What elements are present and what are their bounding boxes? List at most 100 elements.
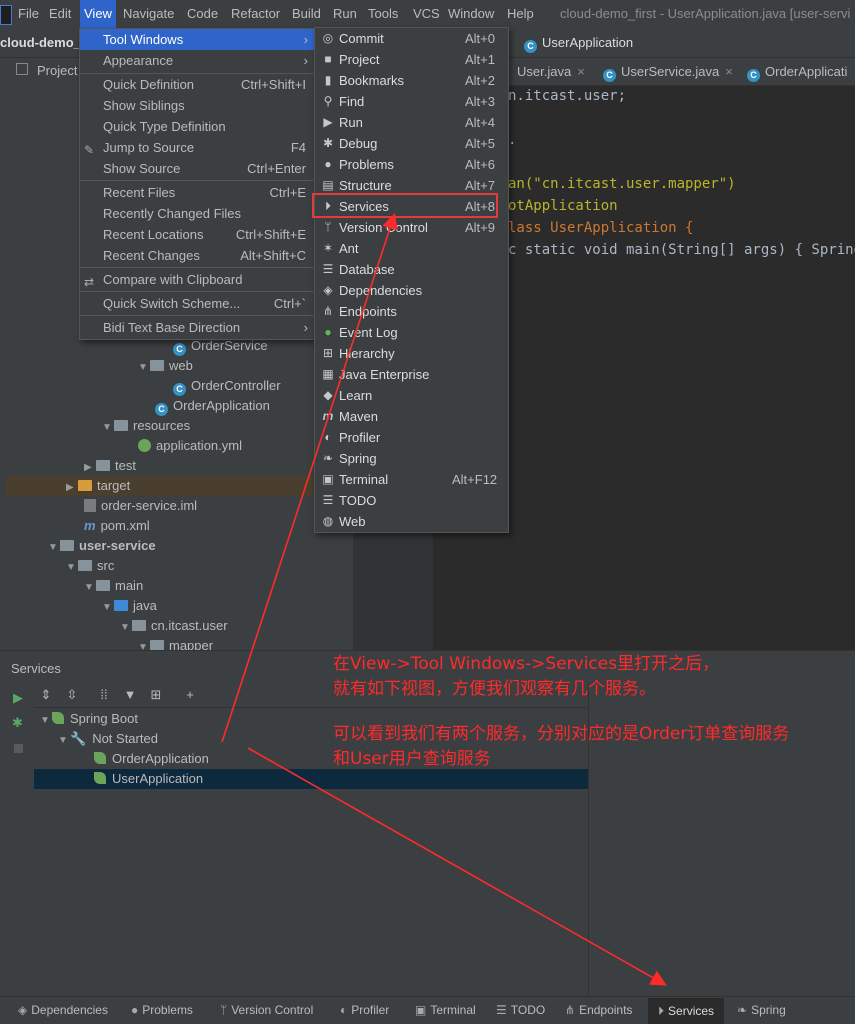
- close-icon[interactable]: ×: [725, 64, 733, 79]
- menu-refactor[interactable]: Refactor: [231, 6, 280, 21]
- breadcrumb-file[interactable]: C UserApplication: [524, 35, 633, 53]
- group-icon[interactable]: ⁞⁞: [96, 687, 112, 703]
- tw-item-event-log[interactable]: ● Event Log: [315, 322, 508, 343]
- menu-navigate[interactable]: Navigate: [123, 6, 174, 21]
- tab-userservice-java[interactable]: C UserService.java ×: [603, 64, 733, 82]
- menu-item-quick-type-definition[interactable]: Quick Type Definition: [80, 116, 314, 137]
- bottom-tab-todo[interactable]: ☰ TODO: [496, 1003, 545, 1017]
- chevron-down-icon[interactable]: ▼: [102, 598, 114, 618]
- tree-item[interactable]: ▶ test: [84, 456, 136, 476]
- tw-item-todo[interactable]: ☰ TODO: [315, 490, 508, 511]
- menu-item-recently-changed-files[interactable]: Recently Changed Files: [80, 203, 314, 224]
- chevron-right-icon[interactable]: ▶: [66, 478, 78, 498]
- tree-item[interactable]: C OrderController: [173, 376, 281, 396]
- menu-item-show-siblings[interactable]: Show Siblings: [80, 95, 314, 116]
- tw-item-maven[interactable]: m Maven: [315, 406, 508, 427]
- menu-item-recent-locations[interactable]: Recent Locations Ctrl+Shift+E: [80, 224, 314, 245]
- menu-edit[interactable]: Edit: [49, 6, 71, 21]
- tree-item[interactable]: order-service.iml: [84, 496, 197, 516]
- tab-orderapplication[interactable]: C OrderApplicati: [747, 64, 847, 82]
- chevron-down-icon[interactable]: ▼: [120, 618, 132, 638]
- tw-item-web[interactable]: ◍ Web: [315, 511, 508, 532]
- tree-item[interactable]: ▼ main: [84, 576, 143, 596]
- expand-all-icon[interactable]: ⇕: [38, 687, 54, 703]
- menu-item-recent-files[interactable]: Recent Files Ctrl+E: [80, 182, 314, 203]
- menu-item-tool-windows[interactable]: Tool Windows ›: [80, 29, 314, 50]
- chevron-down-icon[interactable]: ▼: [102, 418, 114, 438]
- tree-item[interactable]: C OrderApplication: [155, 396, 270, 416]
- tree-item[interactable]: ▼ java: [102, 596, 157, 616]
- tree-item[interactable]: ▼ src: [66, 556, 114, 576]
- tw-item-problems[interactable]: ● Problems Alt+6: [315, 154, 508, 175]
- bottom-tab-problems[interactable]: ● Problems: [131, 1003, 193, 1017]
- tw-item-endpoints[interactable]: ⋔ Endpoints: [315, 301, 508, 322]
- chevron-down-icon[interactable]: ▼: [48, 538, 60, 558]
- tw-item-learn[interactable]: ◆ Learn: [315, 385, 508, 406]
- tw-item-profiler[interactable]: ◐ Profiler: [315, 427, 508, 448]
- tw-item-version-control[interactable]: ᛘ Version Control Alt+9: [315, 217, 508, 238]
- tw-item-commit[interactable]: ◎ Commit Alt+0: [315, 28, 508, 49]
- debug-icon[interactable]: ✱: [12, 715, 23, 731]
- tree-item[interactable]: m pom.xml: [84, 516, 150, 536]
- menu-view[interactable]: View: [80, 0, 116, 28]
- tw-item-terminal[interactable]: ▣ Terminal Alt+F12: [315, 469, 508, 490]
- menu-window[interactable]: Window: [448, 6, 494, 21]
- bottom-tab-terminal[interactable]: ▣ Terminal: [415, 1003, 476, 1017]
- menu-item-jump-to-source[interactable]: ✎ Jump to Source F4: [80, 137, 314, 158]
- tw-item-find[interactable]: ⚲ Find Alt+3: [315, 91, 508, 112]
- bottom-tab-endpoints[interactable]: ⋔ Endpoints: [565, 1003, 632, 1017]
- collapse-all-icon[interactable]: ⇳: [64, 687, 80, 703]
- tw-item-run[interactable]: ▶ Run Alt+4: [315, 112, 508, 133]
- menu-build[interactable]: Build: [292, 6, 321, 21]
- menu-run[interactable]: Run: [333, 6, 357, 21]
- bottom-tab-profiler[interactable]: ◐ Profiler: [340, 1003, 389, 1017]
- breadcrumb-project[interactable]: cloud-demo_f: [0, 35, 85, 50]
- menu-help[interactable]: Help: [507, 6, 534, 21]
- tw-item-bookmarks[interactable]: ▮ Bookmarks Alt+2: [315, 70, 508, 91]
- menu-code[interactable]: Code: [187, 6, 218, 21]
- tree-item[interactable]: ▼ user-service: [48, 536, 156, 556]
- tree-item[interactable]: ▼ resources: [102, 416, 190, 436]
- tw-item-project[interactable]: ■ Project Alt+1: [315, 49, 508, 70]
- project-panel-header[interactable]: Project: [6, 60, 78, 84]
- tw-item-database[interactable]: ☰ Database: [315, 259, 508, 280]
- menu-item-compare-clipboard[interactable]: ⇄ Compare with Clipboard: [80, 269, 314, 290]
- bottom-tab-dependencies[interactable]: ◈ Dependencies: [18, 1003, 108, 1017]
- bottom-tab-services[interactable]: ⏵ Services: [648, 998, 725, 1024]
- tree-item[interactable]: ▶ target: [6, 476, 353, 496]
- menu-item-appearance[interactable]: Appearance ›: [80, 50, 314, 71]
- menu-item-quick-definition[interactable]: Quick Definition Ctrl+Shift+I: [80, 74, 314, 95]
- tw-item-dependencies[interactable]: ◈ Dependencies: [315, 280, 508, 301]
- menu-item-bidi-text[interactable]: Bidi Text Base Direction ›: [80, 317, 314, 338]
- menu-item-quick-switch-scheme[interactable]: Quick Switch Scheme... Ctrl+`: [80, 293, 314, 314]
- svc-tree-user-application[interactable]: UserApplication: [34, 769, 588, 789]
- tw-item-spring[interactable]: ❧ Spring: [315, 448, 508, 469]
- tw-item-ant[interactable]: ✶ Ant: [315, 238, 508, 259]
- run-icon[interactable]: ▶: [13, 690, 23, 706]
- chevron-down-icon[interactable]: ▼: [84, 578, 96, 598]
- chevron-down-icon[interactable]: ▼: [138, 358, 150, 378]
- tree-item[interactable]: ▼ cn.itcast.user: [120, 616, 228, 636]
- add-icon[interactable]: +: [182, 687, 198, 703]
- bottom-tab-version-control[interactable]: ᛘ Version Control: [220, 1003, 313, 1017]
- menu-tools[interactable]: Tools: [368, 6, 398, 21]
- chevron-down-icon[interactable]: ▼: [66, 558, 78, 578]
- bottom-tab-spring[interactable]: ❧ Spring: [737, 1003, 786, 1017]
- tree-item[interactable]: application.yml: [138, 436, 242, 456]
- menu-file[interactable]: File: [18, 6, 39, 21]
- filter-icon[interactable]: ▼: [122, 687, 138, 703]
- chevron-down-icon[interactable]: ▼: [40, 711, 52, 731]
- tree-item[interactable]: ▼ web: [138, 356, 193, 376]
- stop-icon[interactable]: [14, 744, 23, 753]
- tab-user-java[interactable]: User.java ×: [517, 64, 585, 79]
- tw-item-java-enterprise[interactable]: ▦ Java Enterprise: [315, 364, 508, 385]
- menu-item-show-source[interactable]: Show Source Ctrl+Enter: [80, 158, 314, 179]
- menu-vcs[interactable]: VCS: [413, 6, 440, 21]
- tw-item-hierarchy[interactable]: ⊞ Hierarchy: [315, 343, 508, 364]
- close-icon[interactable]: ×: [577, 64, 585, 79]
- menu-item-recent-changes[interactable]: Recent Changes Alt+Shift+C: [80, 245, 314, 266]
- chevron-right-icon[interactable]: ▶: [84, 458, 96, 478]
- chevron-down-icon[interactable]: ▼: [58, 731, 70, 751]
- new-tab-icon[interactable]: ⊞: [148, 687, 164, 703]
- tw-item-debug[interactable]: ✱ Debug Alt+5: [315, 133, 508, 154]
